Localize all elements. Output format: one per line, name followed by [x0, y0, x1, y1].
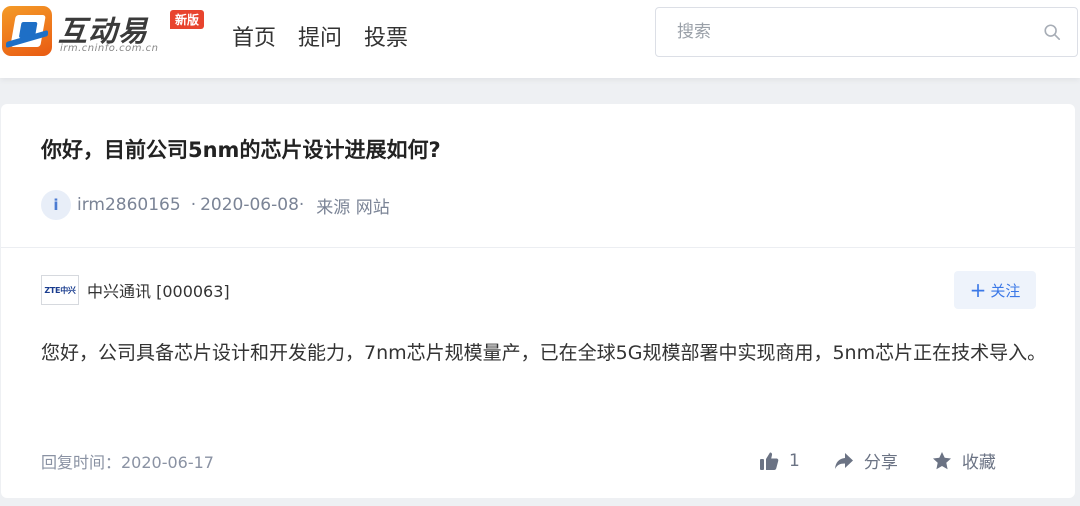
nav-ask[interactable]: 提问: [298, 20, 342, 52]
answer-text: 您好，公司具备芯片设计和开发能力，7nm芯片规模量产，已在全球5G规模部署中实现…: [41, 342, 1047, 364]
divider: [1, 247, 1075, 248]
zte-logo-icon: ZTE中兴: [41, 275, 79, 305]
company-name[interactable]: 中兴通讯 [000063]: [87, 278, 230, 302]
share-button[interactable]: 分享: [834, 448, 898, 473]
follow-button[interactable]: + 关注: [954, 271, 1036, 309]
search-icon[interactable]: [1043, 23, 1061, 41]
plus-icon: +: [969, 278, 987, 302]
user-avatar[interactable]: i: [41, 190, 71, 220]
logo-mark-icon: [2, 6, 52, 56]
search-box: [655, 7, 1078, 57]
meta-separator: ·: [190, 195, 197, 215]
like-count: 1: [789, 450, 800, 471]
share-label: 分享: [863, 453, 898, 473]
question-source: 来源 网站: [316, 197, 390, 218]
answer-actions: 1 分享 收藏: [759, 448, 996, 473]
question-user[interactable]: irm2860165: [77, 195, 181, 215]
nav-home[interactable]: 首页: [232, 20, 276, 52]
favorite-label: 收藏: [961, 453, 996, 473]
star-icon: [932, 451, 951, 469]
share-arrow-icon: [834, 452, 853, 469]
nav-vote[interactable]: 投票: [364, 20, 408, 52]
thumbs-up-icon: [760, 452, 779, 470]
top-bar: 互动易 irm.cninfo.com.cn 新版 首页 提问 投票: [0, 0, 1080, 78]
question-meta: i irm2860165 · 2020-06-08· 来源 网站: [41, 190, 390, 220]
question-date: 2020-06-08·: [200, 195, 305, 215]
site-logo[interactable]: 互动易 irm.cninfo.com.cn 新版: [2, 6, 217, 68]
like-button[interactable]: 1: [759, 451, 800, 471]
reply-time: 回复时间：2020-06-17: [41, 453, 214, 472]
company-info[interactable]: ZTE中兴 中兴通讯 [000063]: [41, 275, 230, 305]
question-title: 你好，目前公司5nm的芯片设计进展如何?: [41, 138, 441, 162]
follow-label: 关注: [990, 281, 1021, 300]
search-input[interactable]: [657, 9, 1027, 55]
main-nav: 首页 提问 投票: [232, 20, 408, 52]
qa-card: 你好，目前公司5nm的芯片设计进展如何? i irm2860165 · 2020…: [1, 104, 1075, 498]
new-version-badge: 新版: [170, 10, 205, 29]
logo-subtitle: irm.cninfo.com.cn: [60, 43, 159, 54]
favorite-button[interactable]: 收藏: [932, 448, 996, 473]
